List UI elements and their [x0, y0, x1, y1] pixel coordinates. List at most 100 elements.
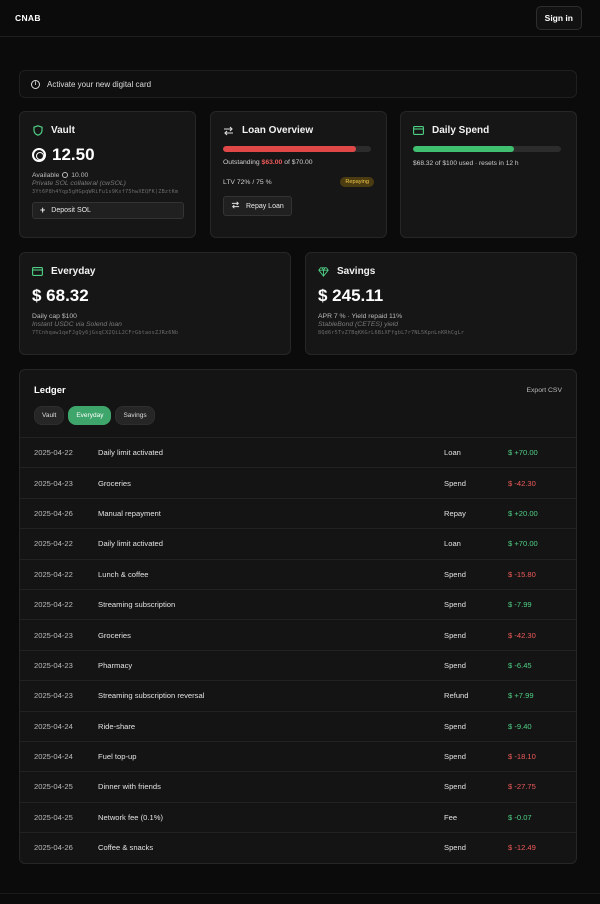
ledger-panel: Ledger Export CSV Vault Everyday Savings 2… — [19, 369, 577, 864]
row-date: 2025-04-22 — [34, 569, 73, 579]
row-description: Groceries — [98, 630, 131, 640]
vault-available: Available 10.00 — [32, 172, 89, 179]
loan-title: Loan Overview — [223, 125, 374, 136]
table-row[interactable]: 2025-04-23 Pharmacy Spend $ -6.45 — [20, 649, 576, 680]
swap-icon — [223, 125, 234, 136]
loan-overview-card: Loan Overview Outstanding $63.00 of $70.… — [210, 111, 387, 238]
daily-spend-title: Daily Spend — [413, 125, 564, 136]
row-amount: $ +20.00 — [508, 508, 538, 518]
row-date: 2025-04-22 — [34, 539, 73, 549]
row-type: Loan — [444, 539, 461, 549]
row-amount: $ -0.07 — [508, 812, 532, 822]
table-row[interactable]: 2025-04-25 Dinner with friends Spend $ -27.… — [20, 771, 576, 801]
table-row[interactable]: 2025-04-26 Manual repayment Repay $ +20.00 — [20, 497, 576, 528]
row-date: 2025-04-24 — [34, 721, 73, 731]
vault-title: Vault — [32, 125, 183, 136]
app-logo[interactable]: CNAB — [15, 13, 41, 23]
row-type: Loan — [444, 448, 461, 458]
everyday-description: Instant USDC via Solend loan — [32, 321, 122, 328]
table-row[interactable]: 2025-04-23 Groceries Spend $ -42.30 — [20, 619, 576, 649]
row-amount: $ -7.99 — [508, 600, 532, 610]
row-amount: $ -6.45 — [508, 660, 532, 670]
sign-in-button[interactable]: Sign in — [535, 6, 582, 30]
activate-card-banner[interactable]: i Activate your new digital card — [19, 70, 577, 98]
row-amount: $ -42.30 — [508, 478, 536, 488]
savings-title: Savings — [318, 266, 564, 277]
row-date: 2025-04-23 — [34, 660, 73, 670]
ltv-text: LTV 72% / 75 % — [223, 178, 272, 186]
vault-description: Private SOL collateral (cwSOL) — [32, 180, 126, 187]
row-description: Streaming subscription — [98, 600, 176, 610]
repaying-status-badge: Repaying — [340, 177, 374, 187]
tab-savings[interactable]: Savings — [115, 406, 155, 425]
row-amount: $ -42.30 — [508, 630, 536, 640]
table-row[interactable]: 2025-04-24 Ride-share Spend $ -9.40 — [20, 710, 576, 741]
deposit-sol-button[interactable]: + Deposit SOL — [32, 202, 184, 219]
row-date: 2025-04-26 — [34, 508, 73, 518]
tab-everyday[interactable]: Everyday — [68, 406, 112, 425]
table-row[interactable]: 2025-04-22 Daily limit activated Loan $ +70… — [20, 437, 576, 467]
row-amount: $ +70.00 — [508, 448, 538, 458]
repay-loan-button[interactable]: Repay Loan — [223, 196, 292, 216]
row-description: Lunch & coffee — [98, 569, 149, 579]
row-date: 2025-04-25 — [34, 782, 73, 792]
row-amount: $ -12.49 — [508, 843, 536, 853]
row-type: Fee — [444, 812, 458, 822]
row-amount: $ -15.80 — [508, 569, 536, 579]
row-amount: $ -9.40 — [508, 721, 532, 731]
row-type: Spend — [444, 843, 466, 853]
row-amount: $ +70.00 — [508, 539, 538, 549]
loan-progress-fill — [223, 146, 357, 152]
ledger-title: Ledger — [34, 385, 66, 396]
card-icon — [32, 266, 43, 277]
savings-apr: APR 7 % · Yield repaid 11% — [318, 313, 403, 320]
row-type: Spend — [444, 782, 466, 792]
row-description: Daily limit activated — [98, 448, 163, 458]
row-date: 2025-04-23 — [34, 478, 73, 488]
vault-address: 3Yt6P8h4Yqp5gHGpqWRiFu1s9Kxf75hwXEQFK)ZB… — [32, 189, 179, 195]
table-row[interactable]: 2025-04-26 Coffee & snacks Spend $ -12.49 — [20, 832, 576, 862]
row-type: Spend — [444, 478, 466, 488]
everyday-card: Everyday $ 68.32 Daily cap $100 Instant … — [19, 252, 291, 355]
everyday-address: 7TCnhqaw1qeFJgQy6jGsqCX2QiL2CFrGbtaosZJR… — [32, 330, 179, 336]
coin-icon — [62, 172, 69, 178]
row-type: Refund — [444, 691, 469, 701]
row-description: Network fee (0.1%) — [98, 812, 163, 822]
table-row[interactable]: 2025-04-22 Daily limit activated Loan $ +70… — [20, 528, 576, 558]
row-date: 2025-04-22 — [34, 448, 73, 458]
sol-coin-icon — [32, 148, 46, 162]
everyday-balance: $ 68.32 — [32, 286, 89, 305]
row-type: Repay — [444, 508, 466, 518]
row-description: Pharmacy — [98, 660, 133, 670]
tab-vault[interactable]: Vault — [34, 406, 65, 425]
row-type: Spend — [444, 721, 466, 731]
table-row[interactable]: 2025-04-22 Streaming subscription Spend $ -… — [20, 588, 576, 619]
row-type: Spend — [444, 569, 466, 579]
row-description: Streaming subscription reversal — [98, 691, 205, 701]
swap-icon — [231, 201, 240, 211]
daily-spend-progress-bar — [413, 146, 561, 152]
row-description: Daily limit activated — [98, 539, 163, 549]
vault-balance: 12.50 — [32, 145, 183, 165]
table-row[interactable]: 2025-04-23 Streaming subscription reversa… — [20, 680, 576, 710]
loan-ltv-row: LTV 72% / 75 % Repaying — [223, 177, 374, 187]
gem-icon — [318, 266, 329, 277]
daily-spend-card: Daily Spend $68.32 of $100 used · resets… — [400, 111, 577, 238]
export-csv-button[interactable]: Export CSV — [526, 387, 562, 394]
table-row[interactable]: 2025-04-24 Fuel top-up Spend $ -18.10 — [20, 740, 576, 771]
row-type: Spend — [444, 660, 466, 670]
vault-card: Vault 12.50 Available 10.00 Private SOL … — [19, 111, 196, 238]
table-row[interactable]: 2025-04-22 Lunch & coffee Spend $ -15.80 — [20, 558, 576, 589]
daily-spend-text: $68.32 of $100 used · resets in 12 h — [413, 160, 519, 167]
row-type: Spend — [444, 752, 466, 762]
table-row[interactable]: 2025-04-23 Groceries Spend $ -42.30 — [20, 467, 576, 497]
table-row[interactable]: 2025-04-25 Network fee (0.1%) Fee $ -0.07 — [20, 801, 576, 832]
row-description: Groceries — [98, 478, 131, 488]
row-date: 2025-04-26 — [34, 843, 73, 853]
everyday-cap: Daily cap $100 — [32, 313, 77, 320]
row-date: 2025-04-24 — [34, 752, 73, 762]
row-description: Fuel top-up — [98, 752, 137, 762]
daily-spend-progress-fill — [413, 146, 515, 152]
shield-icon — [32, 125, 43, 136]
row-amount: $ -18.10 — [508, 752, 536, 762]
